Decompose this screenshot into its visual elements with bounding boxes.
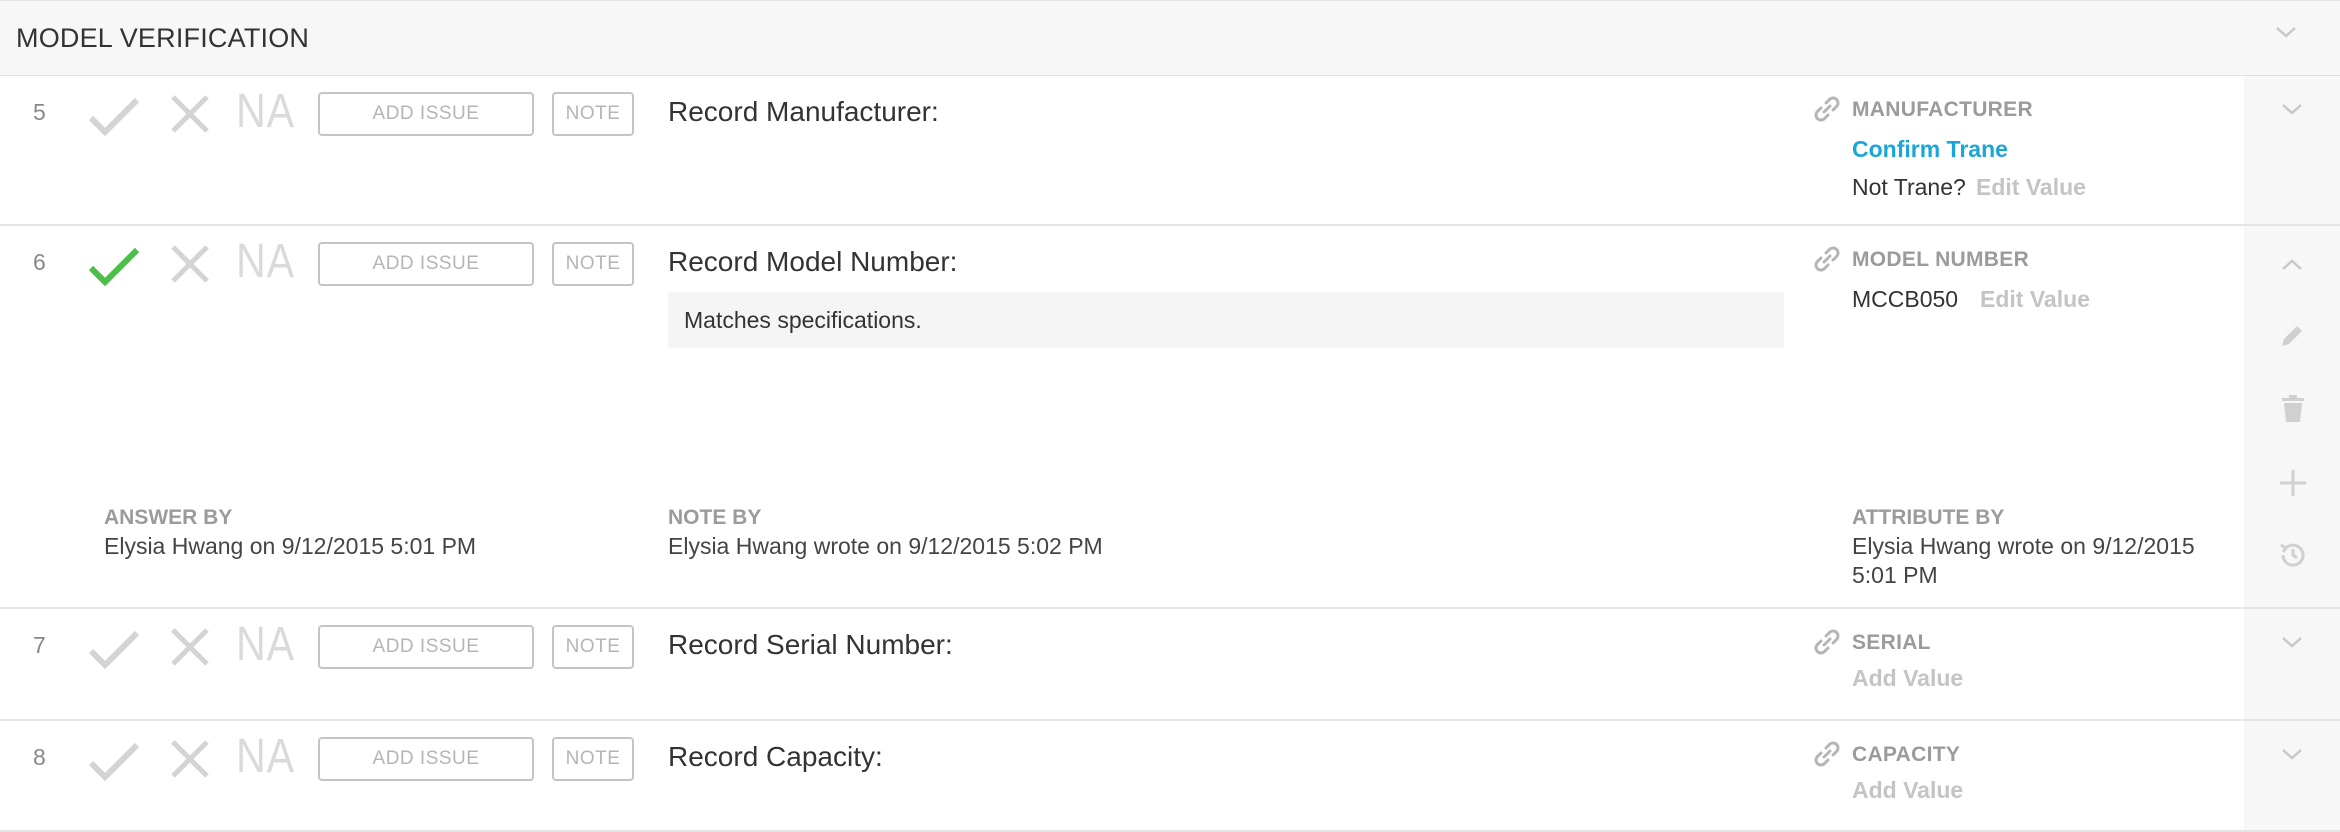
edit-value-link[interactable]: Edit Value xyxy=(1980,286,2090,313)
chevron-down-icon[interactable] xyxy=(2281,635,2303,649)
attribute-label: CAPACITY xyxy=(1852,743,1961,766)
checklist-row-5: 5 NA ADD ISSUE NOTE Record Manufacturer:… xyxy=(0,76,2340,226)
chevron-down-icon[interactable] xyxy=(2281,747,2303,761)
link-icon xyxy=(1814,246,1840,272)
edit-value-link[interactable]: Edit Value xyxy=(1976,174,2086,201)
link-icon xyxy=(1814,96,1840,122)
add-issue-button[interactable]: ADD ISSUE xyxy=(318,242,534,286)
add-issue-button[interactable]: ADD ISSUE xyxy=(318,737,534,781)
pencil-icon[interactable] xyxy=(2278,322,2306,350)
history-icon[interactable] xyxy=(2278,540,2308,570)
note-button[interactable]: NOTE xyxy=(552,92,634,136)
add-value-link[interactable]: Add Value xyxy=(1852,777,1963,804)
question-text: Record Capacity: xyxy=(668,741,883,772)
na-button[interactable]: NA xyxy=(236,234,295,289)
checklist-row-7: 7 NA ADD ISSUE NOTE Record Serial Number… xyxy=(0,609,2340,721)
note-by-text: Elysia Hwang wrote on 9/12/2015 5:02 PM xyxy=(668,533,1103,559)
add-value-link[interactable]: Add Value xyxy=(1852,665,1963,692)
question-text: Record Serial Number: xyxy=(668,629,953,660)
attribute-label: SERIAL xyxy=(1852,631,1931,654)
link-icon xyxy=(1814,629,1840,655)
row-action-rail xyxy=(2244,721,2340,830)
attribute-by-label: ATTRIBUTE BY xyxy=(1852,506,2005,529)
x-icon[interactable] xyxy=(170,739,210,779)
na-button[interactable]: NA xyxy=(236,617,295,672)
row-number: 6 xyxy=(33,249,46,275)
not-value-prompt: Not Trane? xyxy=(1852,174,1966,200)
row-number: 8 xyxy=(33,744,46,770)
attribute-value: MCCB050 xyxy=(1852,286,1959,312)
section-header[interactable]: MODEL VERIFICATION xyxy=(0,0,2340,76)
checklist-panel: MODEL VERIFICATION 5 NA ADD ISSUE NOTE R… xyxy=(0,0,2340,832)
checklist-row-6: 6 NA ADD ISSUE NOTE Record Model Number:… xyxy=(0,226,2340,609)
row-number: 7 xyxy=(33,632,46,658)
check-icon[interactable] xyxy=(88,741,140,783)
x-icon[interactable] xyxy=(170,627,210,667)
attribute-label: MODEL NUMBER xyxy=(1852,248,2030,271)
check-icon[interactable] xyxy=(88,629,140,671)
check-icon[interactable] xyxy=(88,96,140,138)
row-number: 5 xyxy=(33,99,46,125)
row-action-rail xyxy=(2244,609,2340,719)
link-icon xyxy=(1814,741,1840,767)
note-button[interactable]: NOTE xyxy=(552,242,634,286)
add-issue-button[interactable]: ADD ISSUE xyxy=(318,92,534,136)
answer-by-text: Elysia Hwang on 9/12/2015 5:01 PM xyxy=(104,533,477,559)
plus-icon[interactable] xyxy=(2278,468,2308,498)
note-button[interactable]: NOTE xyxy=(552,625,634,669)
question-text: Record Manufacturer: xyxy=(668,96,939,127)
question-text: Record Model Number: xyxy=(668,246,958,277)
note-button[interactable]: NOTE xyxy=(552,737,634,781)
note-text: Matches specifications. xyxy=(684,307,922,333)
chevron-down-icon[interactable] xyxy=(2275,25,2297,39)
note-text-block[interactable]: Matches specifications. xyxy=(668,292,1784,348)
answer-by-label: ANSWER BY xyxy=(104,506,233,529)
confirm-value-link[interactable]: Confirm Trane xyxy=(1852,136,2008,163)
row-action-rail xyxy=(2244,76,2340,224)
x-icon[interactable] xyxy=(170,244,210,284)
na-button[interactable]: NA xyxy=(236,84,295,139)
attribute-label: MANUFACTURER xyxy=(1852,98,2033,121)
x-icon[interactable] xyxy=(170,94,210,134)
add-issue-button[interactable]: ADD ISSUE xyxy=(318,625,534,669)
section-title: MODEL VERIFICATION xyxy=(16,23,310,53)
attribute-by-text: Elysia Hwang wrote on 9/12/2015 xyxy=(1852,533,2195,559)
checklist-row-8: 8 NA ADD ISSUE NOTE Record Capacity: CAP… xyxy=(0,721,2340,832)
trash-icon[interactable] xyxy=(2280,394,2306,424)
check-icon-active[interactable] xyxy=(88,246,140,288)
chevron-down-icon[interactable] xyxy=(2281,102,2303,116)
na-button[interactable]: NA xyxy=(236,729,295,784)
attribute-by-text-cont: 5:01 PM xyxy=(1852,562,1938,588)
note-by-label: NOTE BY xyxy=(668,506,762,529)
chevron-up-icon[interactable] xyxy=(2281,258,2303,272)
